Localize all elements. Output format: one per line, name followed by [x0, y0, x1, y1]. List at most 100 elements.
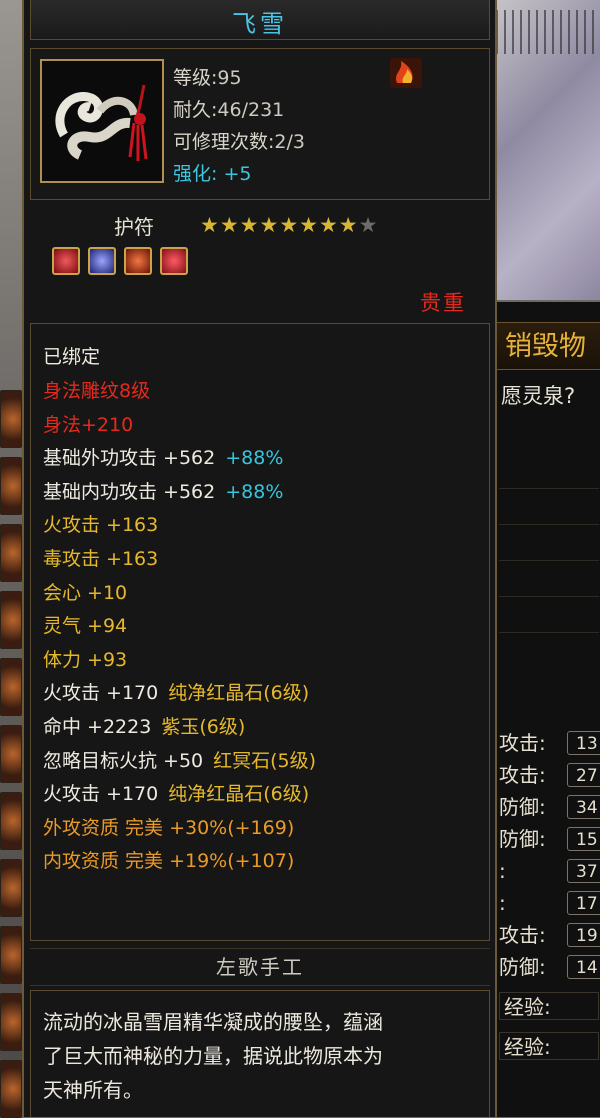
jade-charm-icon — [55, 84, 148, 161]
item-tooltip: 飞雪 等级:95 耐久:46/231 可修理次数:2/3 强化: +5 护符 ★… — [22, 0, 497, 1117]
star-filled-icon: ★ — [299, 213, 319, 237]
durability-line: 耐久:46/231 — [173, 99, 285, 121]
item-slot[interactable] — [0, 792, 22, 850]
description-line: 流动的冰晶雪眉精华凝成的腰坠，蕴涵 — [43, 1010, 383, 1034]
item-slot[interactable] — [0, 457, 22, 515]
attribute-line: 命中 +2223 紫玉(6级) — [43, 712, 245, 742]
attribute-extra: 紫玉(6级) — [161, 716, 246, 738]
star-filled-icon: ★ — [200, 213, 220, 237]
stat-value-box: 14 — [567, 955, 600, 979]
item-name: 飞雪 — [232, 10, 288, 38]
star-empty-icon: ★ — [358, 213, 379, 237]
socket-gem-red-1[interactable] — [52, 247, 80, 275]
bridge-railing — [488, 10, 600, 54]
attribute-text: 忽略目标火抗 +50 — [43, 749, 204, 772]
attribute-line: 火攻击 +170 纯净红晶石(6级) — [43, 779, 309, 809]
stat-label: 攻击: — [499, 763, 546, 787]
stat-value-box: 27 — [567, 763, 600, 787]
attribute-line: 身法+210 — [43, 410, 133, 440]
socket-gem-red-3[interactable] — [160, 247, 188, 275]
maker-signature: 左歌手工 — [30, 948, 490, 986]
item-slot[interactable] — [0, 524, 22, 582]
attribute-extra: 纯净红晶石(6级) — [168, 682, 310, 705]
tooltip-title-bar: 飞雪 — [30, 0, 490, 40]
socket-gem-red-2[interactable] — [124, 247, 152, 275]
star-filled-icon: ★ — [279, 213, 300, 237]
dialog-divider — [499, 560, 599, 561]
item-slot[interactable] — [0, 591, 22, 649]
item-header: 等级:95 耐久:46/231 可修理次数:2/3 强化: +5 — [30, 48, 490, 200]
attribute-text: 内攻资质 完美 +19%(+107) — [43, 850, 295, 873]
item-description: 流动的冰晶雪眉精华凝成的腰坠，蕴涵 了巨大而神秘的力量，据说此物原本为 天神所有… — [30, 990, 490, 1117]
stat-label: : — [499, 891, 506, 915]
item-slot[interactable] — [0, 993, 22, 1051]
item-slot[interactable] — [0, 926, 22, 984]
star-filled-icon: ★ — [239, 213, 260, 237]
attribute-extra: 纯净红晶石(6级) — [168, 783, 310, 806]
attribute-text: 毒攻击 +163 — [43, 548, 159, 570]
socket-gem-purple[interactable] — [88, 247, 116, 275]
stat-value-box: 19 — [567, 923, 600, 947]
exp-field-2: 经验: — [499, 1032, 599, 1060]
attribute-text: 身法+210 — [43, 413, 134, 436]
background-scenery — [488, 0, 600, 300]
dialog-divider — [499, 596, 599, 597]
description-line: 了巨大而神秘的力量，据说此物原本为 — [43, 1044, 383, 1068]
stat-label: 攻击: — [499, 731, 546, 755]
dialog-question: 愿灵泉? — [501, 384, 576, 408]
attribute-extra: 红冥石(5级) — [213, 749, 317, 772]
stat-label: : — [499, 859, 506, 883]
item-slot[interactable] — [0, 390, 22, 448]
star-filled-icon: ★ — [338, 213, 359, 237]
repair-line: 可修理次数:2/3 — [173, 131, 305, 153]
attribute-text: 基础内功攻击 +562 — [43, 480, 216, 503]
star-rating: ★★★★★★★★★ — [200, 213, 378, 237]
star-filled-icon: ★ — [318, 213, 339, 237]
attribute-text: 火攻击 +170 — [43, 783, 159, 806]
attribute-line: 忽略目标火抗 +50 红冥石(5级) — [43, 746, 316, 776]
dialog-divider — [499, 632, 599, 633]
item-slot[interactable] — [0, 658, 22, 716]
level-line: 等级:95 — [173, 67, 242, 89]
item-slot[interactable] — [0, 859, 22, 917]
attribute-text: 基础外功攻击 +562 — [43, 447, 216, 470]
attribute-extra: +88% — [225, 447, 284, 470]
star-filled-icon: ★ — [259, 213, 280, 237]
item-category: 护符 — [114, 215, 154, 239]
item-slot[interactable] — [0, 725, 22, 783]
attribute-line: 火攻击 +170 纯净红晶石(6级) — [43, 678, 309, 708]
stat-label: 攻击: — [499, 923, 546, 947]
attribute-line: 会心 +10 — [43, 578, 127, 608]
stat-value-box: 13 — [567, 731, 600, 755]
attribute-line: 基础外功攻击 +562 +88% — [43, 443, 283, 473]
attribute-line: 基础内功攻击 +562 +88% — [43, 477, 283, 507]
attribute-line: 身法雕纹8级 — [43, 376, 150, 406]
attribute-text: 身法雕纹8级 — [43, 380, 151, 402]
stat-label: 防御: — [499, 827, 546, 851]
stat-value-box: 17 — [567, 891, 600, 915]
attribute-line: 火攻击 +163 — [43, 510, 158, 540]
rarity-label: 贵重 — [420, 291, 466, 315]
background-dialog: 销毁物 愿灵泉? 攻击: 13 攻击: 27 防御: 34 防御: 15: 37: 17 攻击: 19… — [493, 302, 600, 1117]
dialog-title: 销毁物 — [495, 322, 600, 370]
attribute-line: 毒攻击 +163 — [43, 544, 158, 574]
fire-element-icon — [390, 58, 422, 88]
attribute-extra: +88% — [225, 480, 284, 503]
item-slot[interactable] — [0, 1060, 22, 1118]
attribute-list: 已绑定 身法雕纹8级 身法+210 基础外功攻击 +562 +88% 基础内功攻击 +5… — [30, 323, 490, 941]
attribute-line: 灵气 +94 — [43, 611, 127, 641]
star-filled-icon: ★ — [219, 213, 240, 237]
item-type-section: 护符 ★★★★★★★★★ 贵重 — [30, 205, 490, 317]
dialog-divider — [499, 488, 599, 489]
attribute-line: 体力 +93 — [43, 645, 127, 675]
attribute-text: 会心 +10 — [43, 581, 128, 604]
attribute-text: 外攻资质 完美 +30%(+169) — [43, 816, 295, 839]
stat-value-box: 37 — [567, 859, 600, 883]
attribute-text: 灵气 +94 — [43, 615, 128, 638]
dialog-divider — [499, 524, 599, 525]
description-line: 天神所有。 — [43, 1078, 143, 1102]
enhance-line: 强化: +5 — [173, 163, 252, 185]
attribute-text: 火攻击 +163 — [43, 514, 159, 537]
item-icon[interactable] — [40, 59, 164, 183]
bound-status: 已绑定 — [43, 346, 101, 368]
